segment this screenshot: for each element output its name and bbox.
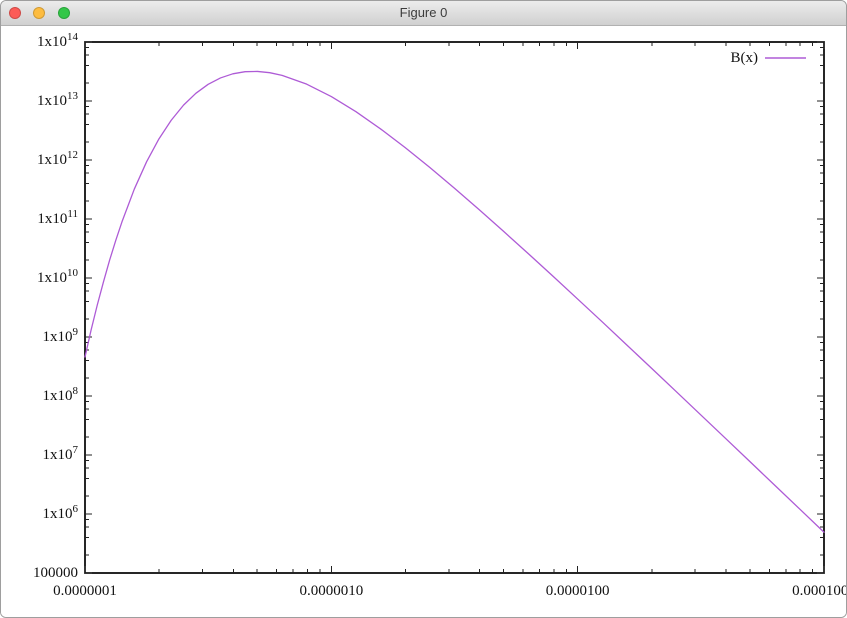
x-tick-label: 0.0001000 bbox=[779, 581, 847, 601]
close-button[interactable] bbox=[9, 7, 21, 19]
plot-svg bbox=[1, 26, 847, 618]
y-tick-label: 1x107 bbox=[1, 444, 78, 466]
legend-label: B(x) bbox=[731, 48, 759, 68]
window-titlebar[interactable]: Figure 0 bbox=[1, 1, 846, 26]
plot-canvas: B(x) 0.0000001 0.0000010 0.0000100 0.000100… bbox=[1, 26, 847, 618]
minimize-button[interactable] bbox=[33, 7, 45, 19]
y-tick-label: 100000 bbox=[1, 562, 78, 584]
y-tick-label: 1x1010 bbox=[1, 267, 78, 289]
y-tick-label: 1x1012 bbox=[1, 149, 78, 171]
zoom-button[interactable] bbox=[58, 7, 70, 19]
x-tick-label: 0.0000001 bbox=[40, 581, 130, 601]
y-tick-label: 1x109 bbox=[1, 326, 78, 348]
y-tick-label: 1x106 bbox=[1, 503, 78, 525]
x-tick-label: 0.0000100 bbox=[533, 581, 623, 601]
traffic-lights bbox=[9, 7, 78, 19]
y-tick-label: 1x1011 bbox=[1, 208, 78, 230]
y-tick-label: 1x1014 bbox=[1, 31, 78, 53]
y-tick-label: 1x108 bbox=[1, 385, 78, 407]
window-title: Figure 0 bbox=[1, 1, 846, 25]
x-tick-label: 0.0000010 bbox=[286, 581, 376, 601]
y-tick-label: 1x1013 bbox=[1, 90, 78, 112]
figure-window: Figure 0 B(x) 0.0000001 0.0000010 0.000010… bbox=[0, 0, 847, 618]
